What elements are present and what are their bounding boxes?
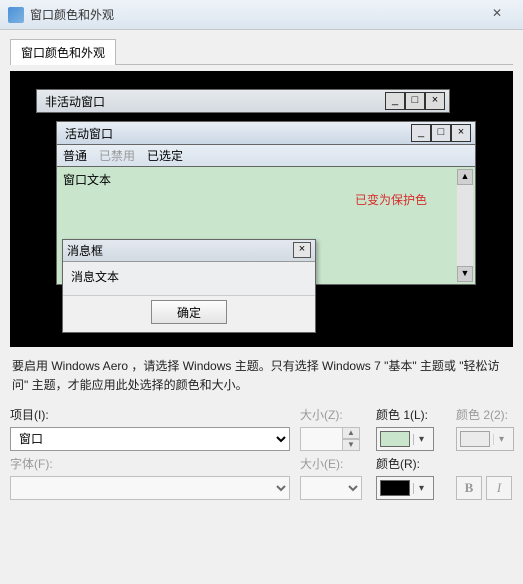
menu-selected: 已选定 [147,147,183,164]
minimize-icon: _ [411,124,431,142]
window-titlebar: 窗口颜色和外观 ✕ [0,0,523,30]
item-label: 项目(I): [10,406,290,423]
color2-label: 颜色 2(2): [456,406,516,423]
msgbox-close-icon: × [293,242,311,258]
color1-label: 颜色 1(L): [376,406,446,423]
protect-text: 已变为保护色 [355,191,427,208]
menu-disabled: 已禁用 [99,147,135,164]
chevron-down-icon: ▾ [493,434,509,445]
close-icon: × [451,124,471,142]
scroll-down-icon: ▼ [457,266,473,282]
maximize-icon: □ [405,92,425,110]
color2-swatch [460,431,490,447]
close-icon[interactable]: ✕ [479,6,515,24]
scroll-up-icon: ▲ [457,169,473,185]
tabstrip: 窗口颜色和外观 [10,38,513,64]
msgbox-text: 消息文本 [71,268,307,285]
color1-swatch [380,431,410,447]
menubar: 普通 已禁用 已选定 [56,145,476,167]
item-dropdown[interactable]: 窗口 [10,427,290,451]
spin-up-icon: ▲ [342,427,360,439]
message-box: 消息框 × 消息文本 确定 [62,239,316,333]
preview-area: 非活动窗口 _ □ × 活动窗口 _ □ × 普通 已禁用 已选定 [10,71,513,347]
chevron-down-icon: ▾ [413,434,429,445]
color-r-swatch [380,480,410,496]
close-icon: × [425,92,445,110]
menu-normal: 普通 [63,147,87,164]
size-e-dropdown [300,476,362,500]
color-r-picker[interactable]: ▾ [376,476,434,500]
description-text: 要启用 Windows Aero ，请选择 Windows 主题。只有选择 Wi… [12,357,511,394]
scrollbar: ▲ ▼ [457,169,473,282]
size-z-label: 大小(Z): [300,406,366,423]
size-z-input [300,427,342,451]
italic-button[interactable]: I [486,476,512,500]
size-z-spinner: ▲▼ [300,427,362,451]
minimize-icon: _ [385,92,405,110]
color-r-label: 颜色(R): [376,455,446,472]
app-icon [8,7,24,23]
inactive-window: 非活动窗口 _ □ × [36,89,450,113]
bold-button[interactable]: B [456,476,482,500]
chevron-down-icon: ▾ [413,483,429,494]
font-dropdown [10,476,290,500]
inactive-window-title: 非活动窗口 [41,93,385,110]
spin-down-icon: ▼ [342,439,360,451]
tab-appearance[interactable]: 窗口颜色和外观 [10,39,116,65]
msgbox-ok-button: 确定 [151,300,227,324]
font-label: 字体(F): [10,455,290,472]
settings-form: 项目(I): 大小(Z): 颜色 1(L): 颜色 2(2): 窗口 ▲▼ ▾ … [10,406,513,500]
color2-picker: ▾ [456,427,514,451]
color1-picker[interactable]: ▾ [376,427,434,451]
window-text-label: 窗口文本 [63,171,469,188]
active-window-title: 活动窗口 [61,125,411,142]
maximize-icon: □ [431,124,451,142]
size-e-label: 大小(E): [300,455,366,472]
msgbox-title: 消息框 [67,242,293,259]
window-title: 窗口颜色和外观 [30,6,114,23]
